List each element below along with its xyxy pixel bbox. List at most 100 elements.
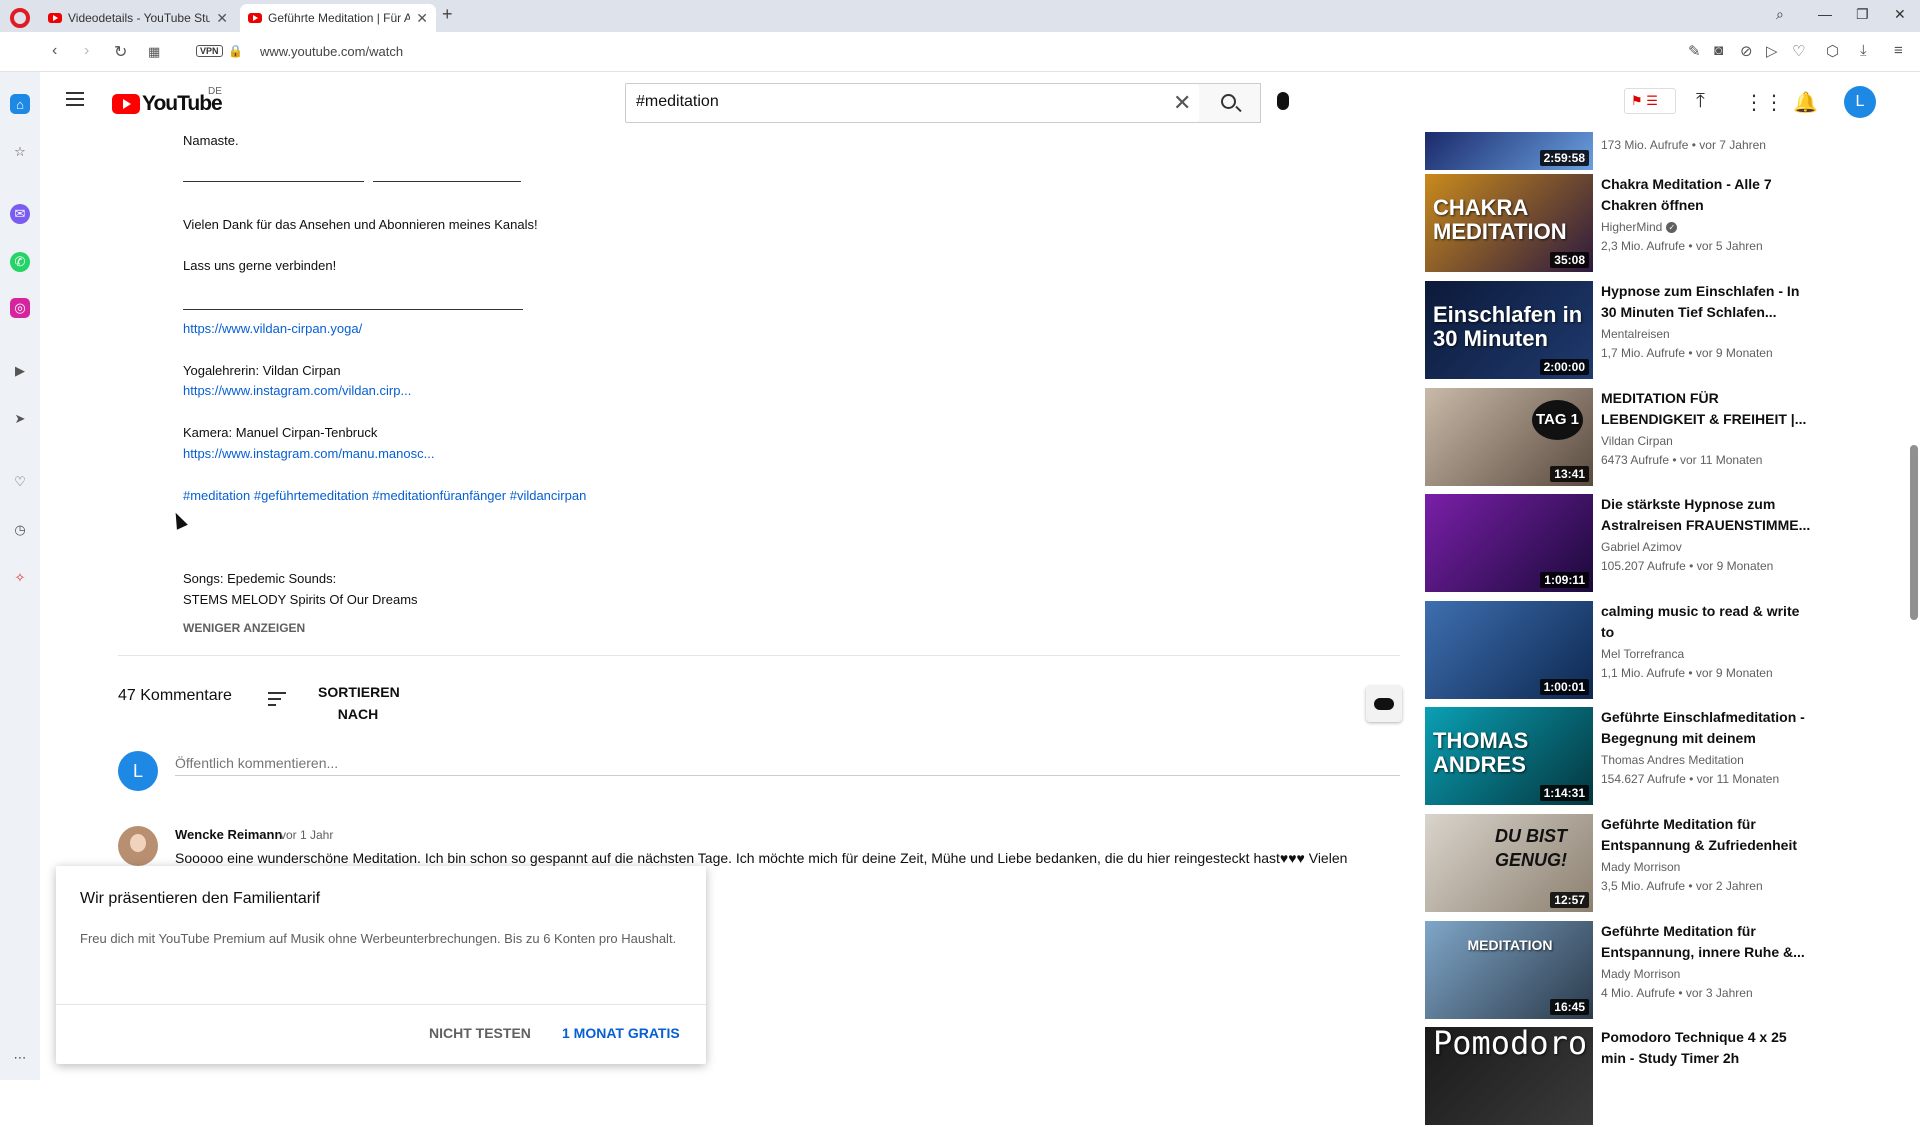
- close-window-icon[interactable]: ✕: [1894, 6, 1906, 23]
- camera-icon[interactable]: ◙: [1714, 42, 1723, 59]
- video-thumbnail[interactable]: DU BIST GENUG! 12:57: [1425, 814, 1593, 912]
- thumbnail-text: DU BIST GENUG!: [1495, 826, 1567, 870]
- recommended-video[interactable]: Einschlafen in 30 Minuten 2:00:00 Hypnose …: [1425, 281, 1865, 381]
- cloud-icon[interactable]: [1366, 686, 1402, 722]
- video-thumbnail[interactable]: 1:09:11: [1425, 494, 1593, 592]
- back-icon[interactable]: ‹: [52, 42, 57, 60]
- reload-icon[interactable]: ↻: [114, 42, 127, 62]
- comment-time[interactable]: vor 1 Jahr: [280, 828, 333, 842]
- search-input[interactable]: [636, 93, 1156, 111]
- search-button[interactable]: [1199, 83, 1261, 123]
- recommended-video[interactable]: DU BIST GENUG! 12:57 Geführte Meditation f…: [1425, 814, 1865, 914]
- player-icon[interactable]: ▶: [10, 361, 30, 381]
- speed-dial-icon[interactable]: ▦: [148, 44, 160, 60]
- microphone-icon[interactable]: [1277, 92, 1289, 110]
- video-meta: 154.627 Aufrufe • vor 11 Monaten: [1601, 772, 1779, 786]
- hashtag-link[interactable]: #meditation: [183, 488, 250, 503]
- vpn-badge[interactable]: VPN: [196, 45, 223, 57]
- search-tabs-icon[interactable]: ⌕: [1776, 6, 1784, 23]
- video-title[interactable]: Die stärkste Hypnose zum Astralreisen FR…: [1601, 494, 1811, 536]
- video-thumbnail[interactable]: Pomodoro: [1425, 1027, 1593, 1125]
- more-icon[interactable]: ⋯: [10, 1048, 30, 1068]
- edit-icon[interactable]: ✎: [1688, 42, 1701, 60]
- recommended-video[interactable]: 1:00:01 calming music to read & write to M…: [1425, 601, 1865, 701]
- hashtag-link[interactable]: #vildancirpan: [510, 488, 587, 503]
- tab-videodetails[interactable]: Videodetails - YouTube Studio ✕: [40, 4, 236, 32]
- tips-icon[interactable]: ✧: [10, 568, 30, 588]
- video-thumbnail[interactable]: 1:00:01: [1425, 601, 1593, 699]
- url-field[interactable]: www.youtube.com/watch: [260, 44, 403, 59]
- video-title[interactable]: calming music to read & write to: [1601, 601, 1811, 643]
- channel-name[interactable]: Vildan Cirpan: [1601, 434, 1673, 448]
- video-title[interactable]: Geführte Einschlafmeditation - Begegnung…: [1601, 707, 1811, 749]
- instagram-icon[interactable]: ◎: [10, 298, 30, 318]
- channel-name[interactable]: Gabriel Azimov: [1601, 540, 1682, 554]
- page-scrollbar[interactable]: [1910, 445, 1918, 620]
- bookmark-icon[interactable]: ☆: [10, 142, 30, 162]
- website-link[interactable]: https://www.vildan-cirpan.yoga/: [183, 321, 362, 336]
- whatsapp-icon[interactable]: ✆: [10, 252, 30, 272]
- video-title[interactable]: Pomodoro Technique 4 x 25 min - Study Ti…: [1601, 1027, 1811, 1069]
- show-less-button[interactable]: WENIGER ANZEIGEN: [183, 621, 305, 635]
- video-title[interactable]: Geführte Meditation für Entspannung & Zu…: [1601, 814, 1811, 856]
- video-title[interactable]: Geführte Meditation für Entspannung, inn…: [1601, 921, 1811, 963]
- sort-by-button[interactable]: SORTIEREN NACH: [318, 681, 400, 725]
- channel-name[interactable]: Mentalreisen: [1601, 327, 1670, 341]
- commenter-avatar[interactable]: [118, 826, 158, 866]
- channel-name[interactable]: Mel Torrefranca: [1601, 647, 1684, 661]
- lock-icon[interactable]: 🔒: [228, 44, 243, 58]
- video-thumbnail[interactable]: MEDITATION 16:45: [1425, 921, 1593, 1019]
- channel-name[interactable]: Mady Morrison: [1601, 967, 1680, 981]
- history-icon[interactable]: ◷: [10, 520, 30, 540]
- send-icon[interactable]: ▷: [1766, 42, 1778, 60]
- video-thumbnail[interactable]: Einschlafen in 30 Minuten 2:00:00: [1425, 281, 1593, 379]
- home-icon[interactable]: ⌂: [10, 94, 30, 114]
- decline-button[interactable]: NICHT TESTEN: [429, 1025, 531, 1041]
- comment-author[interactable]: Wencke Reimann: [175, 827, 282, 842]
- video-title[interactable]: MEDITATION FÜR LEBENDIGKEIT & FREIHEIT |…: [1601, 388, 1811, 430]
- tab-gefuehrte-meditation[interactable]: Geführte Meditation | Für Anfänger ✕: [240, 4, 436, 32]
- video-thumbnail[interactable]: 2:59:58: [1425, 132, 1593, 170]
- recommended-video[interactable]: CHAKRA MEDITATION 35:08 Chakra Meditation …: [1425, 174, 1865, 274]
- forward-icon[interactable]: ›: [84, 42, 89, 60]
- video-thumbnail[interactable]: THOMAS ANDRES 1:14:31: [1425, 707, 1593, 805]
- heart-icon[interactable]: ♡: [1792, 42, 1805, 60]
- channel-name[interactable]: Thomas Andres Meditation: [1601, 753, 1744, 767]
- messenger-icon[interactable]: ✉: [10, 204, 30, 224]
- youtube-logo[interactable]: YouTube: [112, 92, 223, 116]
- recommended-video[interactable]: Pomodoro Pomodoro Technique 4 x 25 min - …: [1425, 1027, 1865, 1127]
- close-tab-icon[interactable]: ✕: [416, 10, 428, 27]
- comment-input[interactable]: [175, 750, 1400, 776]
- minimize-icon[interactable]: —: [1818, 6, 1832, 22]
- teacher-instagram-link[interactable]: https://www.instagram.com/vildan.cirp...: [183, 383, 411, 398]
- recommended-video[interactable]: TAG 1 13:41 MEDITATION FÜR LEBENDIGKEIT & …: [1425, 388, 1865, 488]
- download-icon[interactable]: ⤓: [1860, 42, 1867, 59]
- video-title[interactable]: Chakra Meditation - Alle 7 Chakren öffne…: [1601, 174, 1811, 216]
- clear-search-icon[interactable]: ✕: [1173, 90, 1191, 116]
- restore-icon[interactable]: ❐: [1856, 6, 1869, 23]
- hashtag-link[interactable]: #geführtemeditation: [254, 488, 369, 503]
- video-thumbnail[interactable]: CHAKRA MEDITATION 35:08: [1425, 174, 1593, 272]
- new-tab-button[interactable]: +: [442, 4, 453, 25]
- hashtag-link[interactable]: #meditationfüranfänger: [372, 488, 506, 503]
- opera-logo-icon[interactable]: [10, 8, 30, 28]
- recommended-video[interactable]: 1:09:11 Die stärkste Hypnose zum Astralre…: [1425, 494, 1865, 594]
- flow-icon[interactable]: ➤: [10, 409, 30, 429]
- free-trial-button[interactable]: 1 MONAT GRATIS: [562, 1025, 680, 1041]
- video-title[interactable]: Hypnose zum Einschlafen - In 30 Minuten …: [1601, 281, 1811, 323]
- camera-instagram-link[interactable]: https://www.instagram.com/manu.manosc...: [183, 446, 434, 461]
- adblock-icon[interactable]: ⊘: [1740, 42, 1753, 60]
- package-icon[interactable]: ⬡: [1826, 42, 1839, 60]
- channel-name[interactable]: HigherMind ✓: [1601, 220, 1678, 234]
- hamburger-menu-icon[interactable]: [66, 92, 84, 106]
- channel-name[interactable]: Mady Morrison: [1601, 860, 1680, 874]
- video-thumbnail[interactable]: TAG 1 13:41: [1425, 388, 1593, 486]
- close-tab-icon[interactable]: ✕: [216, 10, 228, 27]
- menu-icon[interactable]: ≡: [1894, 42, 1903, 59]
- recommended-video[interactable]: 2:59:58 173 Mio. Aufrufe • vor 7 Jahren: [1425, 72, 1865, 172]
- favorites-icon[interactable]: ♡: [10, 472, 30, 492]
- recommended-video[interactable]: MEDITATION 16:45 Geführte Meditation für E…: [1425, 921, 1865, 1021]
- recommended-video[interactable]: THOMAS ANDRES 1:14:31 Geführte Einschlafme…: [1425, 707, 1865, 807]
- sort-icon[interactable]: [268, 692, 286, 706]
- video-duration: 1:00:01: [1539, 679, 1589, 695]
